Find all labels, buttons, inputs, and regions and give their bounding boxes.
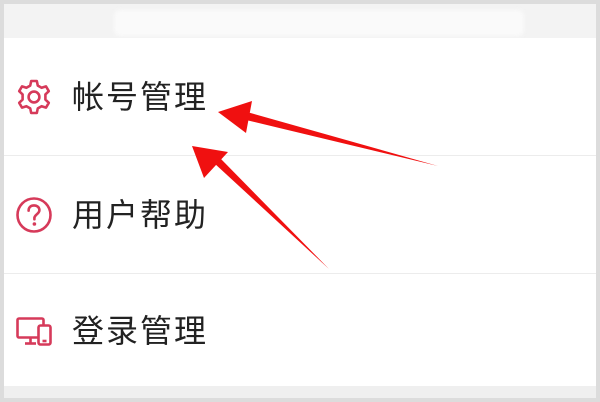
blurred-card <box>114 10 524 36</box>
top-card-area <box>4 4 596 38</box>
menu-item-account-management[interactable]: 帐号管理 <box>4 38 596 156</box>
screenshot-frame: 帐号管理 用户帮助 登录管理 <box>4 4 596 398</box>
devices-icon <box>16 317 52 346</box>
menu-item-user-help[interactable]: 用户帮助 <box>4 156 596 274</box>
question-circle-icon <box>16 196 52 233</box>
menu-item-label: 帐号管理 <box>72 77 209 116</box>
menu-item-login-management[interactable]: 登录管理 <box>4 274 596 388</box>
menu-item-label: 用户帮助 <box>72 195 209 234</box>
menu-item-label: 登录管理 <box>72 312 209 350</box>
bottom-spacer <box>4 386 596 398</box>
gear-icon <box>17 79 51 114</box>
settings-menu: 帐号管理 用户帮助 登录管理 <box>4 38 596 388</box>
